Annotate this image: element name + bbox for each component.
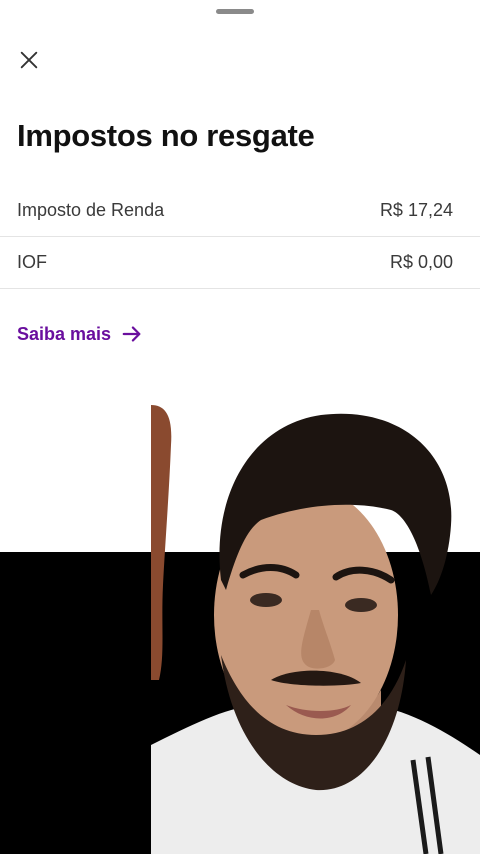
tax-row-imposto-de-renda: Imposto de Renda R$ 17,24	[0, 185, 480, 237]
drag-handle[interactable]	[216, 9, 254, 14]
saiba-mais-link[interactable]: Saiba mais	[17, 323, 143, 345]
tax-label: Imposto de Renda	[17, 200, 165, 220]
close-icon	[20, 51, 38, 69]
arrow-right-icon	[122, 326, 141, 342]
tax-value: R$ 17,24	[379, 200, 453, 220]
tax-value: R$ 0,00	[389, 252, 453, 272]
close-button[interactable]	[17, 48, 41, 72]
saiba-mais-label: Saiba mais	[17, 323, 112, 344]
video-overlay	[0, 405, 480, 854]
tax-list: Imposto de Renda R$ 17,24 IOF R$ 0,00	[0, 185, 480, 289]
page-title: Impostos no resgate	[17, 118, 315, 153]
tax-row-iof: IOF R$ 0,00	[0, 237, 480, 289]
person-illustration	[151, 413, 480, 854]
tax-label: IOF	[17, 252, 47, 272]
